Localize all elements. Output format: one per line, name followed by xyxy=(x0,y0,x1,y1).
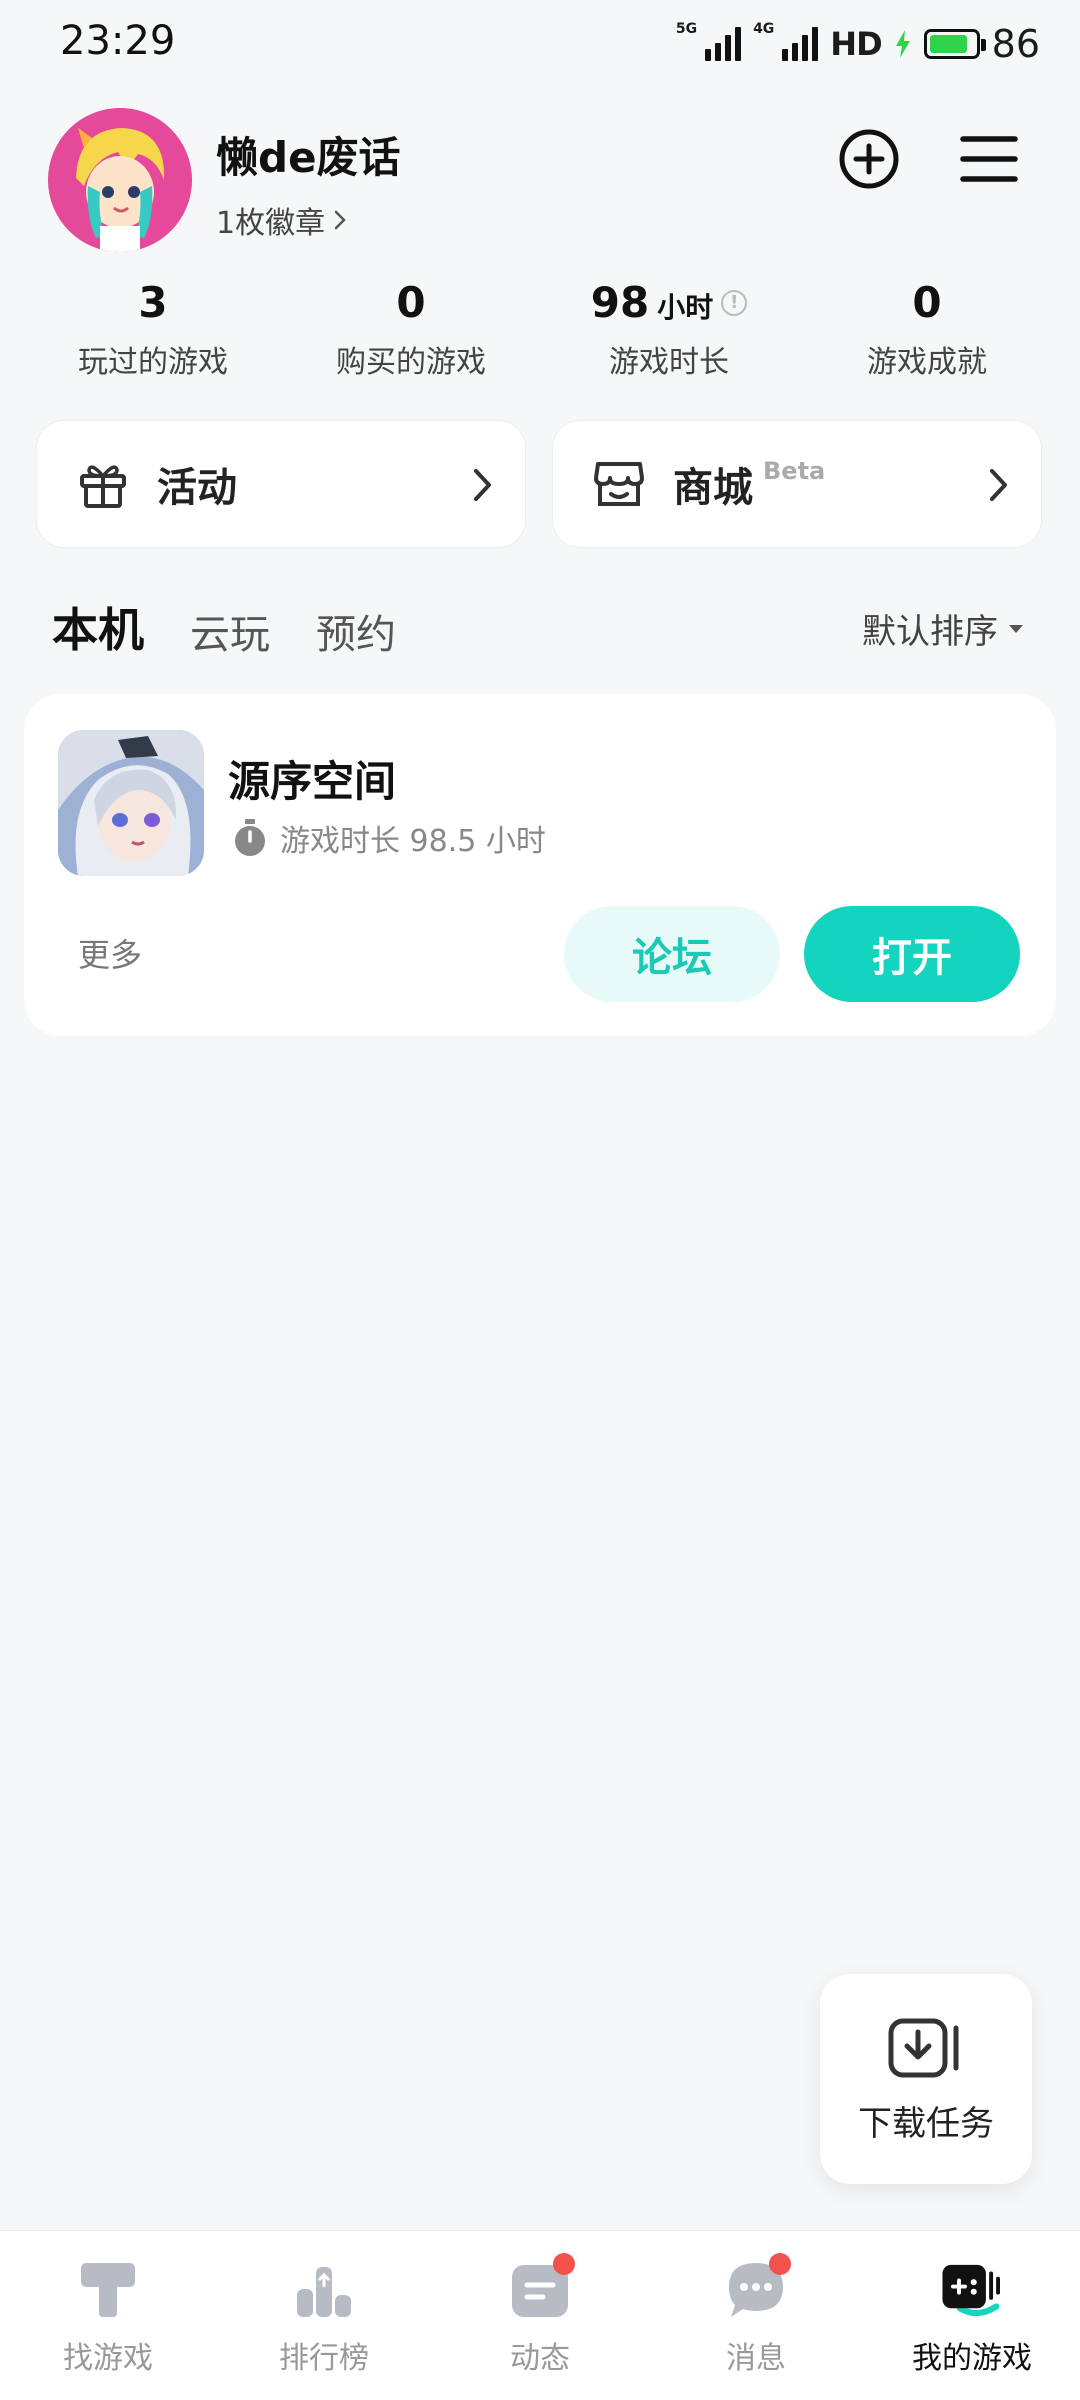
stats-row: 3 玩过的游戏 0 购买的游戏 98 小时 ! 游戏时长 0 游戏成就 xyxy=(24,278,1056,381)
message-icon xyxy=(723,2253,791,2323)
signal-icon-secondary xyxy=(782,27,819,61)
stat-label: 游戏时长 xyxy=(609,345,729,380)
game-title[interactable]: 源序空间 xyxy=(228,748,396,809)
nav-ranking[interactable]: 排行榜 xyxy=(216,2231,432,2400)
info-icon[interactable]: ! xyxy=(721,289,748,316)
network-5g-label: 5G xyxy=(675,21,698,37)
activity-label: 活动 xyxy=(157,465,237,511)
game-tabs: 本机 云玩 预约 xyxy=(48,594,396,660)
store-icon xyxy=(591,456,647,512)
tab-local[interactable]: 本机 xyxy=(48,594,148,660)
menu-button[interactable] xyxy=(956,126,1022,192)
download-task-button[interactable]: 下载任务 xyxy=(820,1974,1032,2184)
tab-reserve[interactable]: 预约 xyxy=(316,602,396,660)
sort-dropdown[interactable]: 默认排序 xyxy=(862,604,1024,653)
chevron-right-icon xyxy=(990,469,1007,501)
download-task-label: 下载任务 xyxy=(858,2104,994,2144)
my-games-icon xyxy=(939,2257,1005,2323)
status-indicators: 5G 4G HD 86 xyxy=(676,22,1040,66)
nav-feed[interactable]: 动态 xyxy=(432,2231,648,2400)
store-card[interactable]: 商城 Beta xyxy=(552,420,1042,548)
more-button[interactable]: 更多 xyxy=(78,930,142,976)
nav-label: 消息 xyxy=(726,2341,786,2376)
nav-my-games[interactable]: 我的游戏 xyxy=(864,2231,1080,2400)
hd-voice-icon: HD xyxy=(830,25,882,63)
charging-icon xyxy=(895,30,910,58)
game-cover-image[interactable] xyxy=(58,730,204,876)
chevron-right-icon xyxy=(334,210,346,230)
status-bar: 23:29 5G 4G HD 86 xyxy=(0,0,1080,88)
stat-value: 98 xyxy=(590,278,650,327)
activity-card[interactable]: 活动 xyxy=(36,420,526,548)
signal-icon xyxy=(705,27,742,61)
ranking-icon xyxy=(291,2257,357,2323)
playtime-text: 游戏时长 98.5 小时 xyxy=(280,824,546,859)
stat-label: 购买的游戏 xyxy=(336,345,486,380)
chevron-right-icon xyxy=(474,469,491,501)
stat-label: 玩过的游戏 xyxy=(78,345,228,380)
avatar[interactable] xyxy=(48,108,192,252)
caret-down-icon xyxy=(1009,624,1023,633)
forum-button[interactable]: 论坛 xyxy=(564,906,780,1002)
download-icon xyxy=(888,2018,959,2078)
find-game-icon xyxy=(75,2257,141,2323)
nav-label: 动态 xyxy=(510,2341,570,2376)
open-button[interactable]: 打开 xyxy=(804,906,1020,1002)
battery-level: 86 xyxy=(991,22,1040,66)
stat-achievements[interactable]: 0 游戏成就 xyxy=(798,278,1056,381)
username[interactable]: 懒de废话 xyxy=(216,124,401,185)
stat-label: 游戏成就 xyxy=(867,345,987,380)
nav-find-game[interactable]: 找游戏 xyxy=(0,2231,216,2400)
nav-label: 我的游戏 xyxy=(912,2341,1032,2376)
stat-purchased-games[interactable]: 0 购买的游戏 xyxy=(282,278,540,381)
stat-value: 3 xyxy=(138,278,168,327)
my-games-page: 23:29 5G 4G HD 86 懒de废话 1枚徽章 3 玩过的游戏 0 购… xyxy=(0,0,1080,2400)
stat-unit: 小时 xyxy=(657,291,714,324)
badge-count: 1枚徽章 xyxy=(216,206,326,241)
network-4g-label: 4G xyxy=(753,21,775,37)
sort-label: 默认排序 xyxy=(862,612,998,652)
gift-icon xyxy=(75,456,131,512)
badge-link[interactable]: 1枚徽章 xyxy=(216,198,347,242)
notification-dot xyxy=(769,2253,791,2275)
add-button[interactable] xyxy=(836,126,902,192)
stat-play-time[interactable]: 98 小时 ! 游戏时长 xyxy=(540,278,798,381)
plus-circle-icon xyxy=(839,129,899,189)
feed-icon xyxy=(507,2253,575,2323)
bottom-nav: 找游戏 排行榜 动态 消息 我的游戏 xyxy=(0,2230,1080,2400)
stat-value: 0 xyxy=(912,278,942,327)
game-card[interactable]: 源序空间 游戏时长 98.5 小时 更多 论坛 打开 xyxy=(24,694,1056,1036)
menu-icon xyxy=(960,136,1018,182)
stat-played-games[interactable]: 3 玩过的游戏 xyxy=(24,278,282,381)
stat-value: 0 xyxy=(396,278,426,327)
nav-label: 找游戏 xyxy=(63,2341,153,2376)
tab-cloud[interactable]: 云玩 xyxy=(190,602,270,660)
nav-messages[interactable]: 消息 xyxy=(648,2231,864,2400)
stopwatch-icon xyxy=(235,819,265,856)
status-time: 23:29 xyxy=(60,18,176,64)
game-playtime: 游戏时长 98.5 小时 xyxy=(232,816,546,860)
nav-label: 排行榜 xyxy=(279,2341,369,2376)
notification-dot xyxy=(553,2253,575,2275)
battery-icon xyxy=(923,29,986,59)
store-label: 商城 xyxy=(673,465,753,511)
beta-badge: Beta xyxy=(763,457,826,485)
